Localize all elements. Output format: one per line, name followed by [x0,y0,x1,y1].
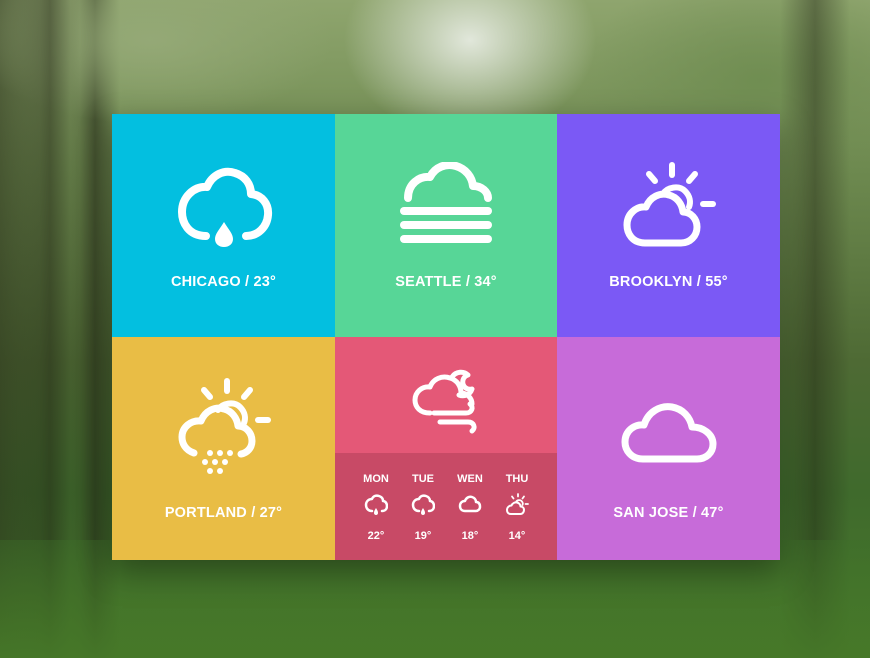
cloud-icon [621,403,716,463]
forecast-temp: 18° [461,530,479,542]
city-tile-san-jose[interactable]: SAN JOSE / 47° [557,337,780,560]
forecast-tile[interactable]: MON 22° TUE 19° WEN 18° THU 14° [335,337,557,560]
forecast-day-label: THU [505,473,529,485]
forecast-day-label: MON [363,473,389,485]
forecast-panel: MON 22° TUE 19° WEN 18° THU 14° [335,453,557,560]
city-tile-portland[interactable]: PORTLAND / 27° [112,337,335,560]
forecast-day-label: WEN [457,473,483,485]
city-tile-chicago[interactable]: CHICAGO / 23° [112,114,335,337]
forecast-temp: 19° [414,530,432,542]
night-cloud-wind-icon [412,369,477,434]
forecast-day-thu[interactable]: THU 14° [495,453,539,560]
cloud-rain-drop-icon [364,494,388,515]
cloud-rain-drop-icon [177,167,272,247]
forecast-temp: 14° [508,530,526,542]
fog-icon [400,162,492,243]
forecast-day-tue[interactable]: TUE 19° [401,453,445,560]
cloud-rain-drop-icon [411,494,435,515]
city-label: PORTLAND / 27° [164,505,283,521]
partly-sunny-icon [506,493,529,515]
city-label: CHICAGO / 23° [170,274,277,290]
city-tile-brooklyn[interactable]: BROOKLYN / 55° [557,114,780,337]
weather-widget: CHICAGO / 23° SEATTLE / 34° BROOKLYN / 5… [112,114,780,560]
cloud-icon [458,495,482,513]
city-tile-seattle[interactable]: SEATTLE / 34° [335,114,557,337]
forecast-day-label: TUE [412,473,434,485]
forecast-day-mon[interactable]: MON 22° [354,453,398,560]
city-label: SEATTLE / 34° [395,274,497,290]
city-label: SAN JOSE / 47° [613,505,724,521]
city-label: BROOKLYN / 55° [609,274,728,290]
forecast-temp: 22° [367,530,385,542]
forecast-day-wen[interactable]: WEN 18° [448,453,492,560]
sun-cloud-hail-icon [178,378,271,474]
partly-sunny-icon [623,162,716,247]
